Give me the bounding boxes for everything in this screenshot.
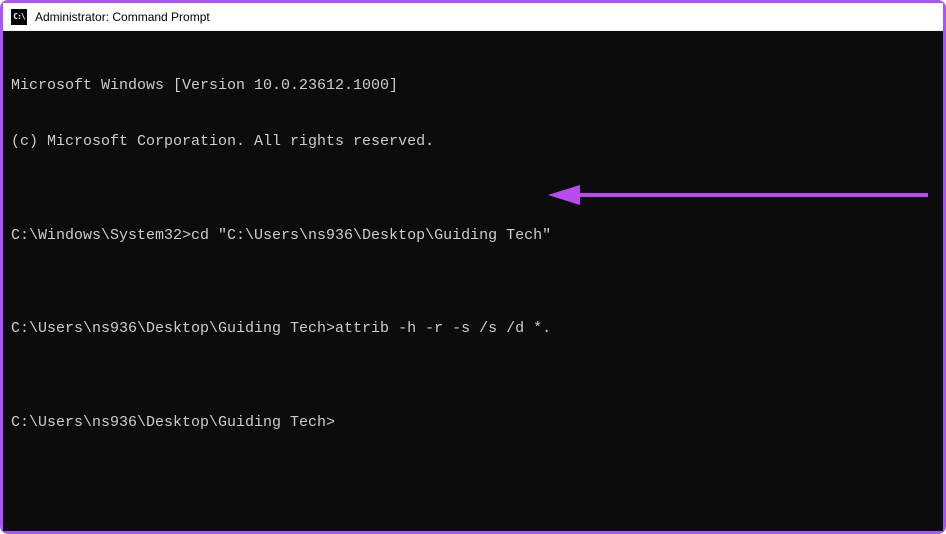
terminal-line: Microsoft Windows [Version 10.0.23612.10…: [11, 77, 935, 96]
terminal-line: C:\Users\ns936\Desktop\Guiding Tech>attr…: [11, 320, 935, 339]
terminal-line: C:\Windows\System32>cd "C:\Users\ns936\D…: [11, 227, 935, 246]
terminal-area[interactable]: Microsoft Windows [Version 10.0.23612.10…: [3, 31, 943, 531]
terminal-line: C:\Users\ns936\Desktop\Guiding Tech>: [11, 414, 935, 433]
terminal-line: (c) Microsoft Corporation. All rights re…: [11, 133, 935, 152]
window-titlebar[interactable]: C:\ Administrator: Command Prompt: [3, 3, 943, 31]
window-title: Administrator: Command Prompt: [35, 10, 210, 24]
cmd-icon: C:\: [11, 9, 27, 25]
